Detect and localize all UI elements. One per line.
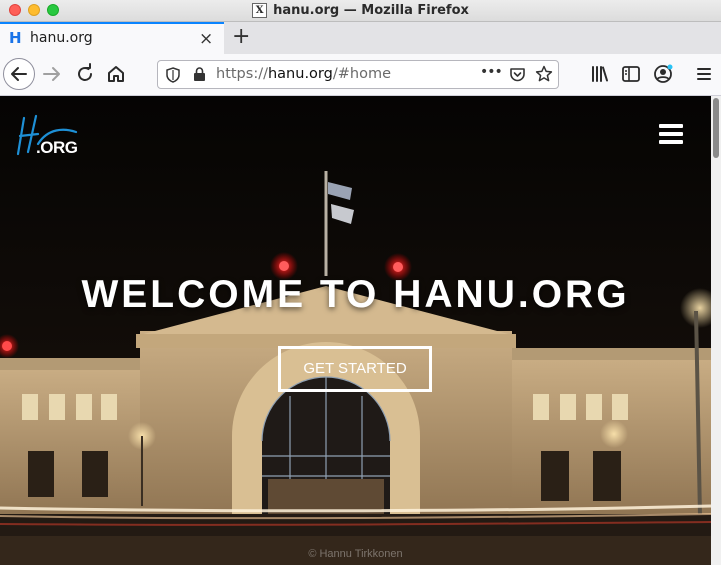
tab-strip: H hanu.org × + <box>0 22 721 54</box>
window-title-area: X hanu.org — Mozilla Firefox <box>0 0 721 21</box>
arrow-left-icon <box>11 67 27 81</box>
arrow-right-icon <box>43 67 60 81</box>
pocket-icon[interactable] <box>509 66 526 83</box>
window-titlebar: X hanu.org — Mozilla Firefox <box>0 0 721 22</box>
hamburger-menu-icon <box>697 68 711 80</box>
site-menu-toggle-icon[interactable] <box>659 124 683 145</box>
library-icon <box>592 66 608 82</box>
url-path: /#home <box>332 66 391 82</box>
shield-icon[interactable] <box>166 67 180 83</box>
url-scheme: https:// <box>216 66 268 82</box>
page-actions-icon[interactable]: ••• <box>480 64 503 80</box>
get-started-button[interactable]: GET STARTED <box>278 346 432 392</box>
site-favicon-icon: H <box>9 29 22 47</box>
app-menu-button[interactable] <box>692 62 716 86</box>
tab-label: hanu.org <box>30 30 93 46</box>
reload-icon <box>78 63 92 81</box>
url-host: hanu.org <box>267 66 333 82</box>
window-app-icon: X <box>252 3 268 18</box>
web-page: .ORG WELCOME TO HANU.ORG GET STARTED © H… <box>0 96 711 565</box>
hero-background-photo <box>0 96 711 565</box>
account-button[interactable] <box>651 62 675 86</box>
tab-hanu-org[interactable]: H hanu.org × <box>0 22 224 54</box>
star-icon[interactable] <box>535 65 553 83</box>
site-logo[interactable]: .ORG <box>14 114 84 160</box>
home-button[interactable] <box>104 62 128 86</box>
sidebar-icon <box>622 66 640 82</box>
tab-close-icon[interactable]: × <box>199 29 213 49</box>
lock-icon[interactable] <box>193 67 206 82</box>
reload-button[interactable] <box>73 62 97 86</box>
account-icon <box>654 64 673 83</box>
url-text[interactable]: https://hanu.org/#home <box>216 66 391 82</box>
back-button[interactable] <box>3 58 35 90</box>
home-icon <box>108 66 124 82</box>
page-scrollbar[interactable] <box>711 96 721 565</box>
window-title: hanu.org — Mozilla Firefox <box>273 3 469 18</box>
library-button[interactable] <box>588 62 612 86</box>
logo-text: .ORG <box>36 138 78 157</box>
hero-title: WELCOME TO HANU.ORG <box>81 273 630 316</box>
navigation-toolbar: https://hanu.org/#home ••• <box>0 54 721 96</box>
url-bar[interactable]: https://hanu.org/#home ••• <box>157 60 559 89</box>
new-tab-button[interactable]: + <box>232 24 250 50</box>
forward-button[interactable] <box>40 62 64 86</box>
scrollbar-thumb[interactable] <box>713 98 719 158</box>
sidebar-button[interactable] <box>619 62 643 86</box>
photo-credit: © Hannu Tirkkonen <box>308 548 403 560</box>
